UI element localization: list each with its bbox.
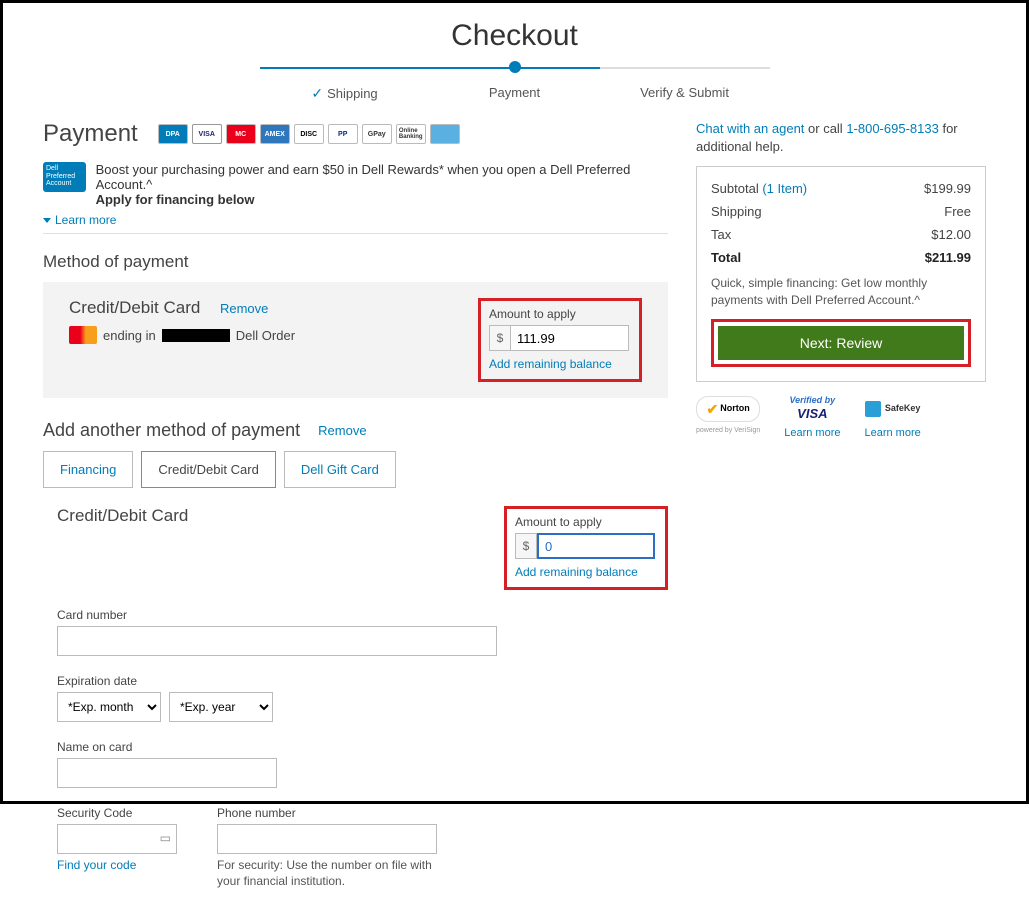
checkout-stepper: ✓Shipping Payment Verify & Submit — [43, 61, 986, 102]
gpay-icon: GPay — [362, 124, 392, 144]
verified-by-visa-badge: Verified byVISA Learn more — [784, 396, 840, 440]
add-another-heading: Add another method of payment — [43, 420, 300, 441]
amount-label-2: Amount to apply — [515, 515, 657, 529]
safekey-badge: SafeKey Learn more — [864, 396, 920, 440]
accepted-cards: DPA VISA MC AMEX DISC PP GPay OnlineBank… — [158, 124, 460, 144]
next-review-button[interactable]: Next: Review — [718, 326, 964, 360]
check-icon: ✓ — [311, 85, 323, 101]
financing-promo-text: Quick, simple financing: Get low monthly… — [711, 275, 971, 309]
phone-number-input[interactable] — [217, 824, 437, 854]
total-value: $211.99 — [925, 250, 971, 265]
amount-to-apply-box-1: Amount to apply $ Add remaining balance — [478, 298, 642, 382]
step-shipping[interactable]: ✓Shipping — [260, 61, 430, 102]
trust-badges: ✔Norton powered by VeriSign Verified byV… — [696, 396, 986, 440]
ending-in-suffix: Dell Order — [236, 328, 295, 343]
order-summary: Subtotal (1 Item) $199.99 Shipping Free … — [696, 166, 986, 382]
amount-input-2[interactable] — [537, 533, 655, 559]
add-remaining-balance-1[interactable]: Add remaining balance — [489, 357, 631, 371]
exp-month-select[interactable]: *Exp. month — [57, 692, 161, 722]
dell-preferred-icon: DPA — [158, 124, 188, 144]
tab-financing[interactable]: Financing — [43, 451, 133, 488]
saved-card-box: Credit/Debit Card Remove ending in Dell … — [43, 282, 668, 398]
ending-in-prefix: ending in — [103, 328, 156, 343]
norton-badge: ✔Norton powered by VeriSign — [696, 396, 760, 435]
dell-preferred-badge: Dell Preferred Account — [43, 162, 86, 192]
payment-heading: Payment — [43, 120, 138, 148]
tab-gift-card[interactable]: Dell Gift Card — [284, 451, 396, 488]
amex-square-icon — [865, 401, 881, 417]
tax-value: $12.00 — [931, 227, 971, 242]
name-on-card-input[interactable] — [57, 758, 277, 788]
mastercard-small-icon — [69, 326, 97, 344]
amount-input-1[interactable] — [511, 325, 629, 351]
tax-label: Tax — [711, 227, 731, 242]
learn-more-toggle[interactable]: Learn more — [43, 213, 668, 227]
shipping-label: Shipping — [711, 204, 762, 219]
credit-form-title: Credit/Debit Card — [57, 506, 188, 526]
exp-year-select[interactable]: *Exp. year — [169, 692, 273, 722]
subtotal-label: Subtotal — [711, 181, 759, 196]
card-back-icon: ▭ — [160, 831, 171, 845]
card-number-input[interactable] — [57, 626, 497, 656]
masked-card-number — [162, 329, 230, 342]
phone-number-label: Phone number — [217, 806, 447, 820]
add-remaining-balance-2[interactable]: Add remaining balance — [515, 565, 657, 579]
remove-card-link[interactable]: Remove — [220, 301, 268, 316]
tab-credit-debit[interactable]: Credit/Debit Card — [141, 451, 275, 488]
subtotal-value: $199.99 — [924, 181, 971, 196]
expiration-label: Expiration date — [57, 674, 668, 688]
card-number-label: Card number — [57, 608, 668, 622]
next-review-highlight: Next: Review — [711, 319, 971, 367]
method-heading: Method of payment — [43, 252, 668, 272]
step-payment: Payment — [430, 61, 600, 102]
shipping-value: Free — [944, 204, 971, 219]
step-verify: Verify & Submit — [600, 61, 770, 102]
paypal-icon: PP — [328, 124, 358, 144]
total-label: Total — [711, 250, 741, 265]
amex-icon: AMEX — [260, 124, 290, 144]
mastercard-icon: MC — [226, 124, 256, 144]
page-title: Checkout — [43, 19, 986, 53]
discover-icon: DISC — [294, 124, 324, 144]
chevron-down-icon — [43, 218, 51, 223]
online-banking-icon: OnlineBanking — [396, 124, 426, 144]
saved-card-title: Credit/Debit Card — [69, 298, 200, 317]
security-code-label: Security Code — [57, 806, 177, 820]
name-on-card-label: Name on card — [57, 740, 668, 754]
find-your-code-link[interactable]: Find your code — [57, 858, 177, 872]
phone-helper-text: For security: Use the number on file wit… — [217, 858, 447, 889]
support-phone-link[interactable]: 1-800-695-8133 — [846, 121, 939, 136]
currency-symbol-2: $ — [515, 533, 537, 559]
payment-method-tabs: Financing Credit/Debit Card Dell Gift Ca… — [43, 451, 668, 488]
amount-to-apply-box-2: Amount to apply $ Add remaining balance — [504, 506, 668, 590]
financing-promo: Dell Preferred Account Boost your purcha… — [43, 162, 668, 234]
chat-with-agent-link[interactable]: Chat with an agent — [696, 121, 804, 136]
remove-additional-link[interactable]: Remove — [318, 423, 366, 438]
currency-symbol: $ — [489, 325, 511, 351]
safekey-learn-more[interactable]: Learn more — [864, 426, 920, 440]
vbv-learn-more[interactable]: Learn more — [784, 426, 840, 440]
help-text: Chat with an agent or call 1-800-695-813… — [696, 120, 986, 156]
amount-label-1: Amount to apply — [489, 307, 631, 321]
promo-apply: Apply for financing below — [96, 192, 668, 207]
checkmark-icon: ✔ — [706, 400, 718, 418]
item-count-link[interactable]: (1 Item) — [762, 181, 807, 196]
promo-text: Boost your purchasing power and earn $50… — [96, 162, 668, 192]
visa-icon: VISA — [192, 124, 222, 144]
prepaid-icon — [430, 124, 460, 144]
